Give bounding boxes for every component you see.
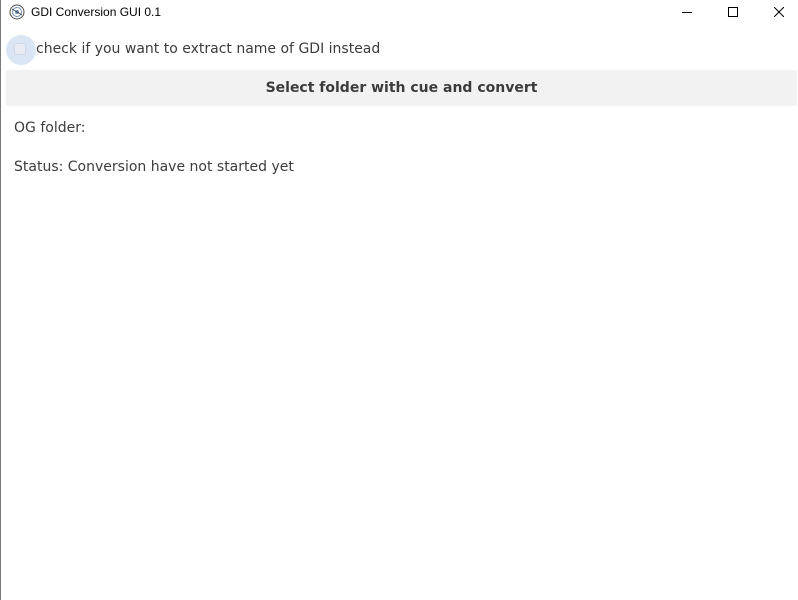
extract-name-checkbox[interactable] — [14, 43, 26, 55]
minimize-icon — [682, 7, 692, 17]
app-window: GDI Conversion GUI 0.1 check if you want… — [0, 0, 798, 600]
maximize-icon — [728, 7, 738, 17]
status-text: Status: Conversion have not started yet — [14, 159, 294, 175]
extract-name-option[interactable]: check if you want to extract name of GDI… — [1, 34, 798, 65]
select-folder-convert-button[interactable]: Select folder with cue and convert — [6, 70, 797, 106]
window-title: GDI Conversion GUI 0.1 — [31, 5, 162, 19]
maximize-button[interactable] — [710, 0, 756, 24]
app-logo-icon — [9, 4, 25, 20]
extract-name-label[interactable]: check if you want to extract name of GDI… — [36, 40, 380, 58]
title-bar[interactable]: GDI Conversion GUI 0.1 — [1, 0, 798, 24]
close-button[interactable] — [756, 0, 798, 24]
og-folder-label: OG folder: — [14, 120, 86, 136]
close-icon — [774, 7, 784, 17]
minimize-button[interactable] — [664, 0, 710, 24]
